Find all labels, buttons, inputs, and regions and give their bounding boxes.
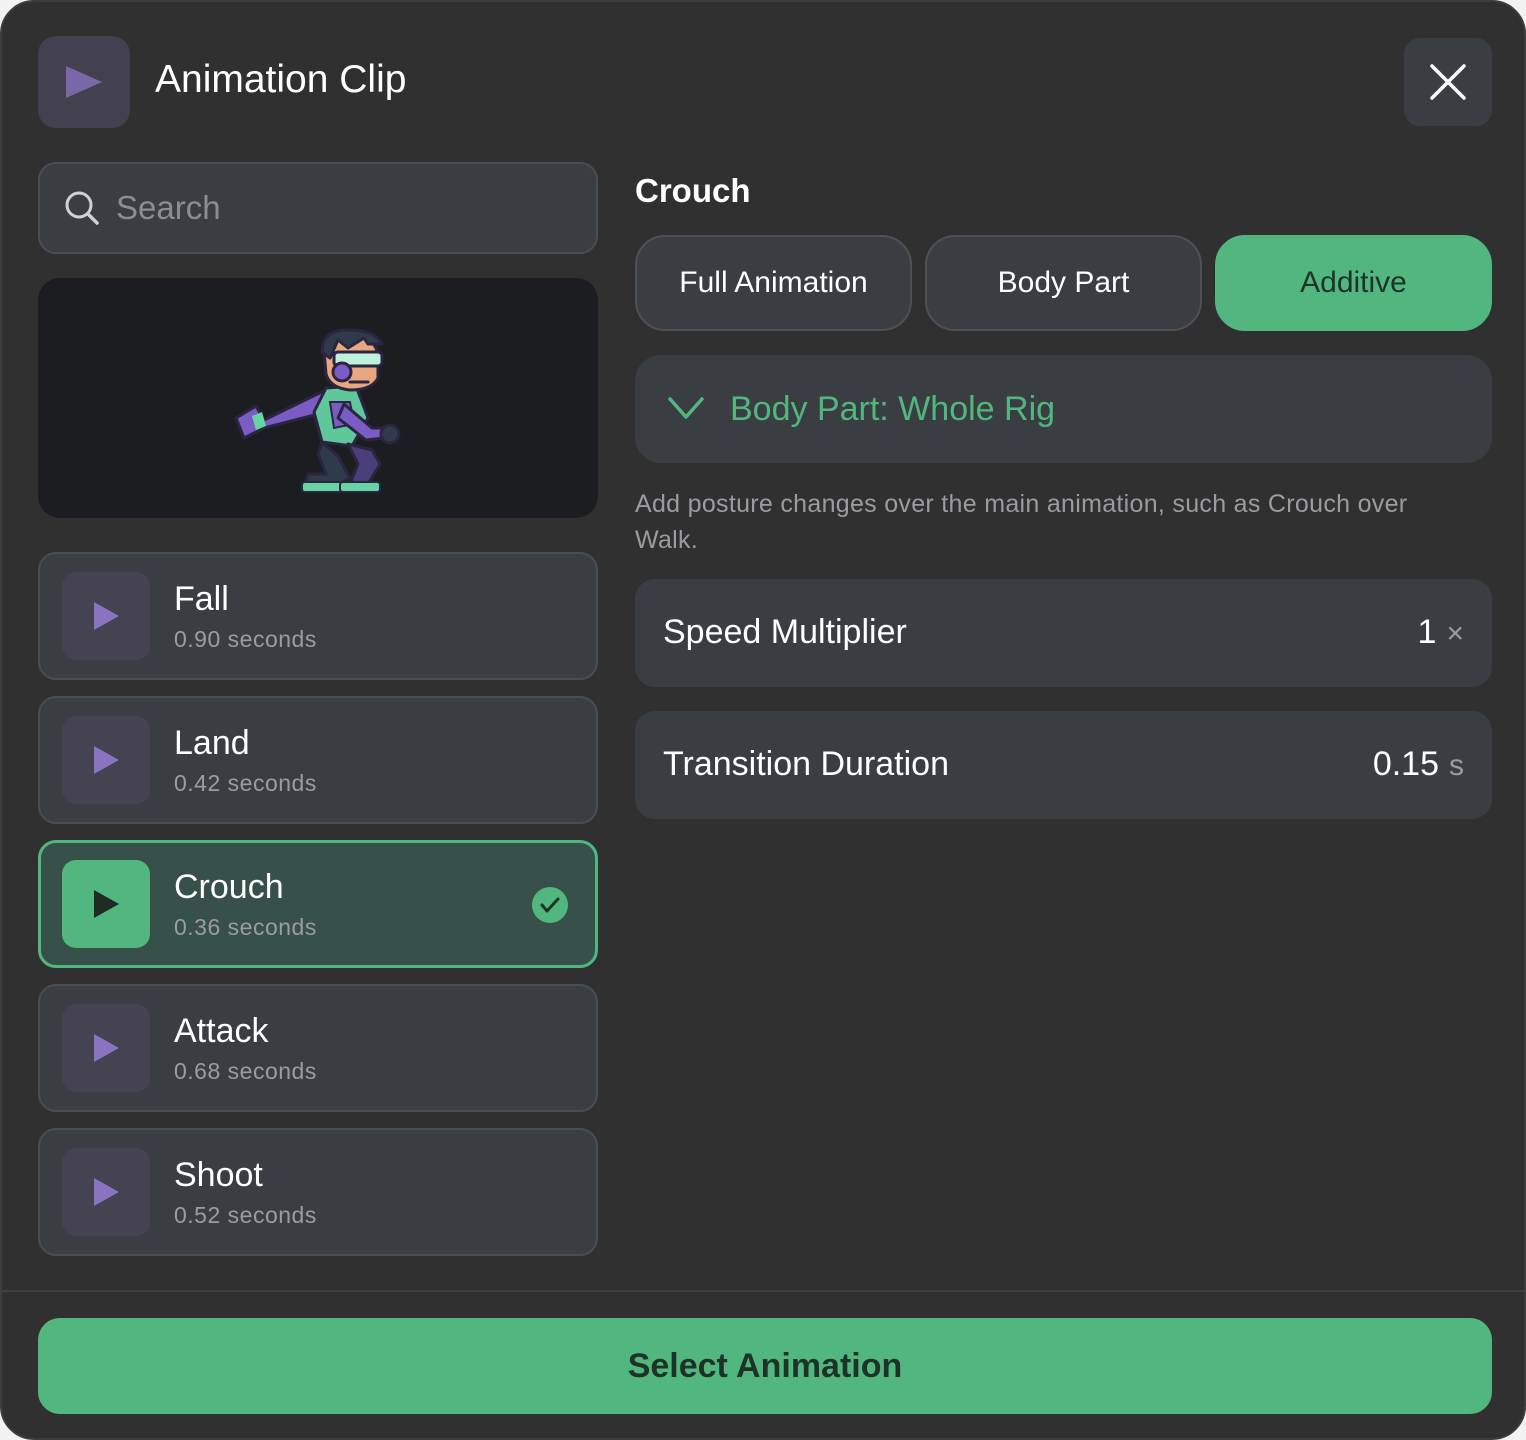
transition-duration-unit: s: [1449, 749, 1464, 782]
dialog-title: Animation Clip: [155, 58, 407, 101]
transition-duration-value-group[interactable]: 0.15 s: [1373, 745, 1464, 784]
body-part-dropdown[interactable]: Body Part: Whole Rig: [635, 355, 1492, 463]
transition-duration-field[interactable]: Transition Duration 0.15 s: [635, 711, 1492, 819]
clip-item-shoot[interactable]: Shoot 0.52 seconds: [38, 1128, 598, 1256]
transition-duration-value[interactable]: 0.15: [1373, 745, 1439, 783]
mode-full-animation-button[interactable]: Full Animation: [635, 235, 912, 331]
mode-description: Add posture changes over the main animat…: [635, 490, 1408, 554]
search-icon: [65, 191, 99, 225]
play-icon[interactable]: [62, 1148, 150, 1236]
clip-name: Attack: [174, 1012, 269, 1050]
play-icon[interactable]: [62, 716, 150, 804]
search-box[interactable]: [38, 162, 598, 254]
speed-multiplier-unit: ×: [1446, 617, 1464, 650]
play-icon: [38, 36, 130, 128]
clip-item-attack[interactable]: Attack 0.68 seconds: [38, 984, 598, 1112]
speed-multiplier-label: Speed Multiplier: [663, 613, 907, 651]
clip-item-fall[interactable]: Fall 0.90 seconds: [38, 552, 598, 680]
clip-name: Shoot: [174, 1156, 263, 1194]
clip-name: Fall: [174, 580, 229, 618]
play-icon[interactable]: [62, 572, 150, 660]
close-icon: [1430, 64, 1466, 100]
speed-multiplier-field[interactable]: Speed Multiplier 1 ×: [635, 579, 1492, 687]
mode-additive-button[interactable]: Additive: [1215, 235, 1492, 331]
footer-divider: [2, 1290, 1524, 1292]
detail-title: Crouch: [635, 172, 751, 209]
select-animation-button[interactable]: Select Animation: [38, 1318, 1492, 1414]
transition-duration-label: Transition Duration: [663, 745, 949, 783]
clip-name: Land: [174, 724, 250, 762]
play-icon[interactable]: [62, 860, 150, 948]
speed-multiplier-value[interactable]: 1: [1418, 613, 1437, 651]
clip-duration: 0.42 seconds: [174, 770, 317, 796]
clip-item-land[interactable]: Land 0.42 seconds: [38, 696, 598, 824]
chevron-down-icon: [668, 397, 704, 419]
mode-body-part-button[interactable]: Body Part: [925, 235, 1202, 331]
clip-item-crouch[interactable]: Crouch 0.36 seconds: [38, 840, 598, 968]
close-button[interactable]: [1404, 38, 1492, 126]
body-part-dropdown-label: Body Part: Whole Rig: [730, 390, 1056, 428]
clip-duration: 0.90 seconds: [174, 626, 317, 652]
clip-duration: 0.52 seconds: [174, 1202, 317, 1228]
clip-name: Crouch: [174, 868, 284, 906]
checkmark-icon: [532, 887, 568, 923]
clip-duration: 0.36 seconds: [174, 914, 317, 940]
animation-clip-dialog: Animation Clip Search Fall 0.90 seconds …: [0, 0, 1526, 1440]
clip-duration: 0.68 seconds: [174, 1058, 317, 1084]
character-preview-image: [234, 328, 401, 493]
play-icon[interactable]: [62, 1004, 150, 1092]
animation-preview: [38, 278, 598, 518]
speed-multiplier-value-group[interactable]: 1 ×: [1418, 613, 1464, 652]
search-input[interactable]: [116, 189, 556, 227]
